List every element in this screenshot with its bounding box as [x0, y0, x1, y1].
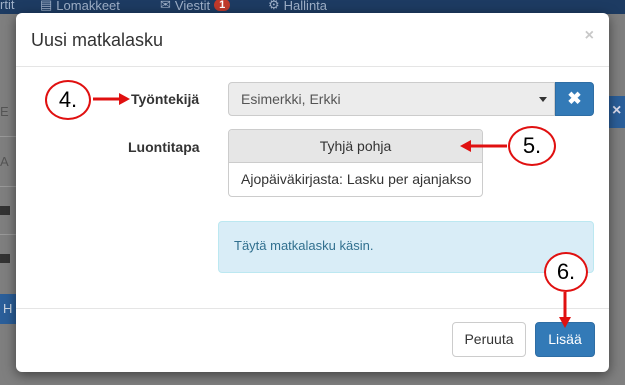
- creation-method-label: Luontitapa: [128, 139, 200, 155]
- nav-item-hallinta[interactable]: ⚙ Hallinta: [268, 0, 327, 13]
- modal-header: Uusi matkalasku ×: [16, 13, 609, 67]
- creation-option-empty-template[interactable]: Tyhjä pohja: [229, 130, 482, 163]
- info-alert: Täytä matkalasku käsin.: [218, 221, 594, 273]
- chevron-down-icon: [539, 97, 547, 102]
- calendar-icon: [0, 254, 10, 263]
- step-4-callout: 4.: [45, 80, 91, 120]
- clear-employee-button[interactable]: ✖: [555, 82, 594, 116]
- employee-select[interactable]: Esimerkki, Erkki: [228, 82, 555, 116]
- cancel-button[interactable]: Peruuta: [452, 322, 526, 357]
- creation-method-list: Tyhjä pohja Ajopäiväkirjasta: Lasku per …: [228, 129, 483, 197]
- nav-item-viestit[interactable]: ✉ Viestit 1: [160, 0, 231, 13]
- nav-item-label: Hallinta: [283, 0, 328, 13]
- gear-icon: ⚙: [268, 0, 280, 12]
- background-letter: A: [0, 154, 9, 169]
- unread-badge: 1: [214, 0, 231, 11]
- step-5-callout: 5.: [508, 126, 556, 166]
- file-icon: ▤: [40, 0, 53, 12]
- employee-label: Työntekijä: [131, 91, 200, 107]
- divider: [0, 234, 16, 235]
- top-navigation-bar: rtit ▤ Lomakkeet ✉ Viestit 1 ⚙ Hallinta: [0, 0, 625, 14]
- nav-item-label: rtit: [0, 0, 15, 12]
- step-5-arrow-icon: [460, 140, 507, 152]
- clear-icon: ✖: [567, 89, 582, 108]
- close-icon[interactable]: ×: [585, 27, 594, 45]
- background-letter: E: [0, 104, 9, 119]
- nav-item-label: Viestit: [174, 0, 211, 13]
- calendar-icon: [0, 206, 10, 215]
- envelope-icon: ✉: [160, 0, 171, 12]
- background-button: H: [0, 294, 16, 324]
- modal-title: Uusi matkalasku: [31, 30, 164, 50]
- background-close-button: ×: [608, 96, 625, 128]
- new-travel-invoice-modal: Uusi matkalasku × Työntekijä Esimerkki, …: [16, 13, 609, 372]
- employee-select-value: Esimerkki, Erkki: [241, 91, 341, 107]
- nav-item-label: Lomakkeet: [56, 0, 120, 13]
- divider: [0, 136, 16, 137]
- divider: [0, 186, 16, 187]
- background-left-column: E A H: [0, 96, 16, 326]
- nav-item-lomakkeet[interactable]: ▤ Lomakkeet: [40, 0, 120, 13]
- step-6-callout: 6.: [544, 252, 588, 292]
- nav-item-rtit[interactable]: rtit: [0, 0, 14, 12]
- creation-option-from-logbook[interactable]: Ajopäiväkirjasta: Lasku per ajanjakso: [229, 163, 482, 196]
- step-4-arrow-icon: [93, 93, 130, 105]
- step-6-arrow-icon: [559, 292, 571, 328]
